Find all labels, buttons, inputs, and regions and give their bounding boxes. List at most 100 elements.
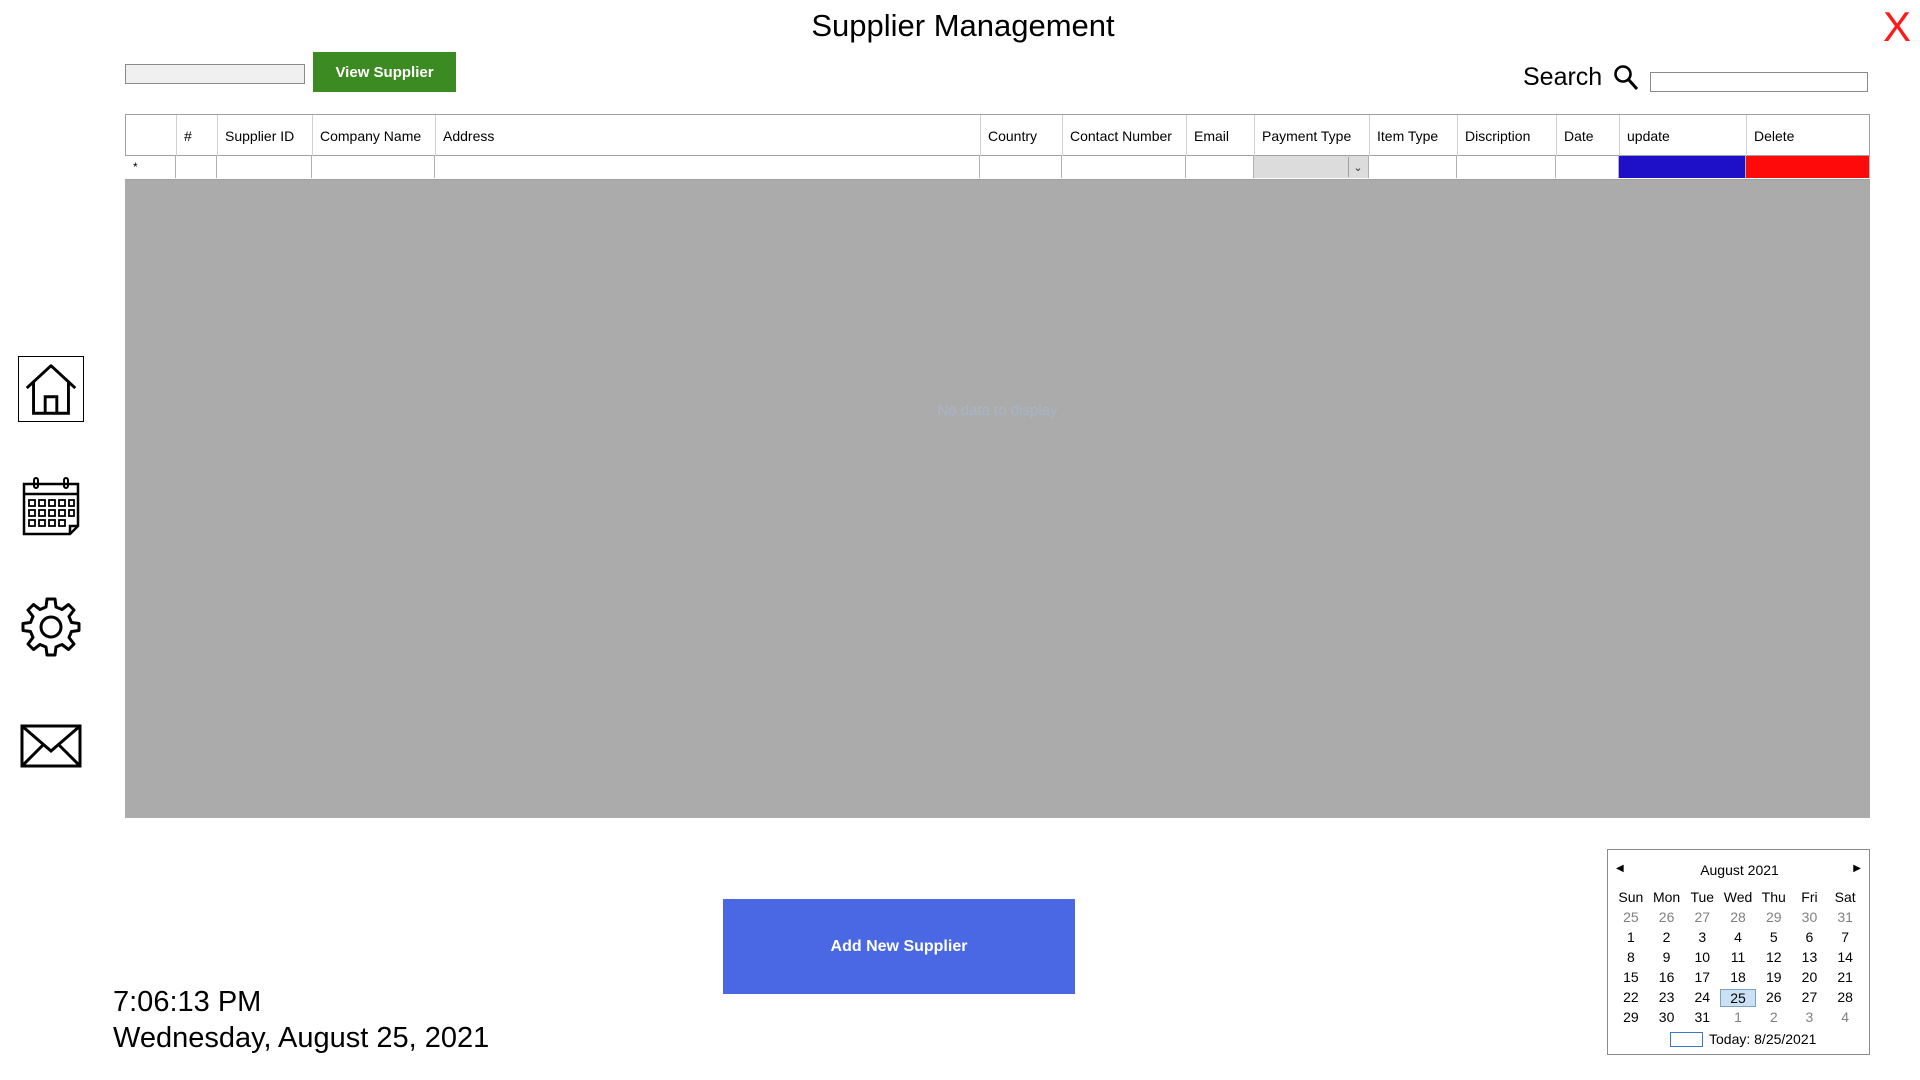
cell-country[interactable]	[980, 156, 1062, 178]
calendar-day[interactable]: 18	[1720, 969, 1756, 985]
cell-address[interactable]	[435, 156, 980, 178]
column-header-contact-number[interactable]: Contact Number	[1063, 115, 1187, 156]
calendar-day[interactable]: 23	[1649, 989, 1685, 1007]
calendar-day[interactable]: 27	[1684, 909, 1720, 925]
delete-button[interactable]	[1746, 156, 1870, 178]
add-new-supplier-button[interactable]: Add New Supplier	[723, 899, 1075, 994]
calendar-week-row: 22 23 24 25 26 27 28	[1613, 989, 1863, 1007]
calendar-day[interactable]: 28	[1720, 909, 1756, 925]
calendar-day[interactable]: 8	[1613, 949, 1649, 965]
row-header-corner	[126, 115, 177, 156]
calendar-day[interactable]: 10	[1684, 949, 1720, 965]
column-header-company-name[interactable]: Company Name	[313, 115, 436, 156]
page-title: Supplier Management	[811, 8, 1115, 43]
close-button[interactable]: X	[1883, 6, 1911, 48]
calendar-day[interactable]: 28	[1827, 989, 1863, 1007]
calendar-day[interactable]: 29	[1756, 909, 1792, 925]
column-header-description[interactable]: Discription	[1458, 115, 1557, 156]
calendar-day[interactable]: 4	[1827, 1009, 1863, 1025]
calendar-day[interactable]: 3	[1684, 929, 1720, 945]
column-header-number[interactable]: #	[177, 115, 218, 156]
column-header-country[interactable]: Country	[981, 115, 1063, 156]
cell-description[interactable]	[1457, 156, 1556, 178]
weekday-label: Sat	[1834, 889, 1856, 905]
calendar-month-title[interactable]: August 2021	[1608, 862, 1871, 878]
calendar-day[interactable]: 3	[1792, 1009, 1828, 1025]
column-header-item-type[interactable]: Item Type	[1370, 115, 1458, 156]
calendar-day[interactable]: 24	[1684, 989, 1720, 1007]
column-header-payment-type[interactable]: Payment Type	[1255, 115, 1370, 156]
today-link[interactable]: Today: 8/25/2021	[1709, 1031, 1816, 1047]
column-header-email[interactable]: Email	[1187, 115, 1255, 156]
new-row-marker: *	[133, 160, 138, 174]
calendar-day[interactable]: 26	[1756, 989, 1792, 1007]
weekday-label: Thu	[1761, 889, 1786, 905]
calendar-day[interactable]: 30	[1649, 1009, 1685, 1025]
calendar-icon[interactable]	[18, 474, 84, 540]
calendar-day[interactable]: 31	[1684, 1009, 1720, 1025]
weekday-label: Fri	[1801, 889, 1818, 905]
search-label: Search	[1523, 63, 1603, 91]
view-supplier-button[interactable]: View Supplier	[313, 52, 456, 92]
search-icon[interactable]	[1612, 63, 1640, 93]
table-row[interactable]: * ⌄	[125, 156, 1870, 180]
search-input[interactable]	[1650, 72, 1868, 92]
cell-number[interactable]	[176, 156, 217, 178]
calendar-day[interactable]: 13	[1792, 949, 1828, 965]
calendar-day[interactable]: 21	[1827, 969, 1863, 985]
update-button[interactable]	[1619, 156, 1746, 178]
cell-date[interactable]	[1556, 156, 1619, 178]
calendar-day[interactable]: 30	[1792, 909, 1828, 925]
mail-icon[interactable]	[18, 713, 84, 779]
calendar-day[interactable]: 27	[1792, 989, 1828, 1007]
calendar-day[interactable]: 15	[1613, 969, 1649, 985]
column-header-delete[interactable]: Delete	[1747, 115, 1871, 156]
weekday-label: Sun	[1618, 889, 1644, 905]
grid-header: # Supplier ID Company Name Address Count…	[125, 114, 1870, 156]
calendar-day[interactable]: 26	[1649, 909, 1685, 925]
calendar-day[interactable]: 4	[1720, 929, 1756, 945]
calendar-day[interactable]: 17	[1684, 969, 1720, 985]
calendar-day[interactable]: 1	[1720, 1009, 1756, 1025]
calendar-day[interactable]: 29	[1613, 1009, 1649, 1025]
calendar-day[interactable]: 20	[1792, 969, 1828, 985]
calendar-day[interactable]: 5	[1756, 929, 1792, 945]
calendar-day[interactable]: 31	[1827, 909, 1863, 925]
payment-type-combo[interactable]: ⌄	[1254, 156, 1369, 178]
column-header-date[interactable]: Date	[1557, 115, 1620, 156]
column-header-address[interactable]: Address	[436, 115, 981, 156]
next-month-icon[interactable]: ▶	[1853, 863, 1861, 874]
cell-supplier-id[interactable]	[217, 156, 312, 178]
cell-company-name[interactable]	[312, 156, 435, 178]
cell-contact-number[interactable]	[1062, 156, 1186, 178]
calendar-day[interactable]: 7	[1827, 929, 1863, 945]
calendar-week-row: 15 16 17 18 19 20 21	[1613, 969, 1863, 985]
clock-time: 7:06:13 PM	[113, 986, 262, 1018]
row-header[interactable]: *	[125, 156, 176, 178]
calendar-day[interactable]: 14	[1827, 949, 1863, 965]
calendar-day[interactable]: 1	[1613, 929, 1649, 945]
calendar-day[interactable]: 25	[1613, 909, 1649, 925]
calendar-day[interactable]: 19	[1756, 969, 1792, 985]
chevron-down-icon[interactable]: ⌄	[1348, 157, 1367, 177]
supplier-input[interactable]	[125, 64, 305, 84]
calendar-day[interactable]: 2	[1649, 929, 1685, 945]
calendar-day[interactable]: 12	[1756, 949, 1792, 965]
home-icon[interactable]	[18, 356, 84, 422]
settings-icon[interactable]	[18, 594, 84, 660]
calendar-day[interactable]: 16	[1649, 969, 1685, 985]
supplier-grid[interactable]: # Supplier ID Company Name Address Count…	[125, 114, 1870, 818]
calendar-day[interactable]: 22	[1613, 989, 1649, 1007]
calendar-day[interactable]: 6	[1792, 929, 1828, 945]
calendar-day[interactable]: 2	[1756, 1009, 1792, 1025]
calendar-day-selected[interactable]: 25	[1720, 989, 1756, 1007]
column-header-supplier-id[interactable]: Supplier ID	[218, 115, 313, 156]
calendar-day[interactable]: 9	[1649, 949, 1685, 965]
today-marker	[1670, 1032, 1703, 1047]
weekday-label: Tue	[1690, 889, 1715, 905]
month-calendar[interactable]: ◀ August 2021 ▶ Sun Mon Tue Wed Thu Fri …	[1607, 849, 1870, 1055]
cell-email[interactable]	[1186, 156, 1254, 178]
column-header-update[interactable]: update	[1620, 115, 1747, 156]
cell-item-type[interactable]	[1369, 156, 1457, 178]
calendar-day[interactable]: 11	[1720, 949, 1756, 965]
